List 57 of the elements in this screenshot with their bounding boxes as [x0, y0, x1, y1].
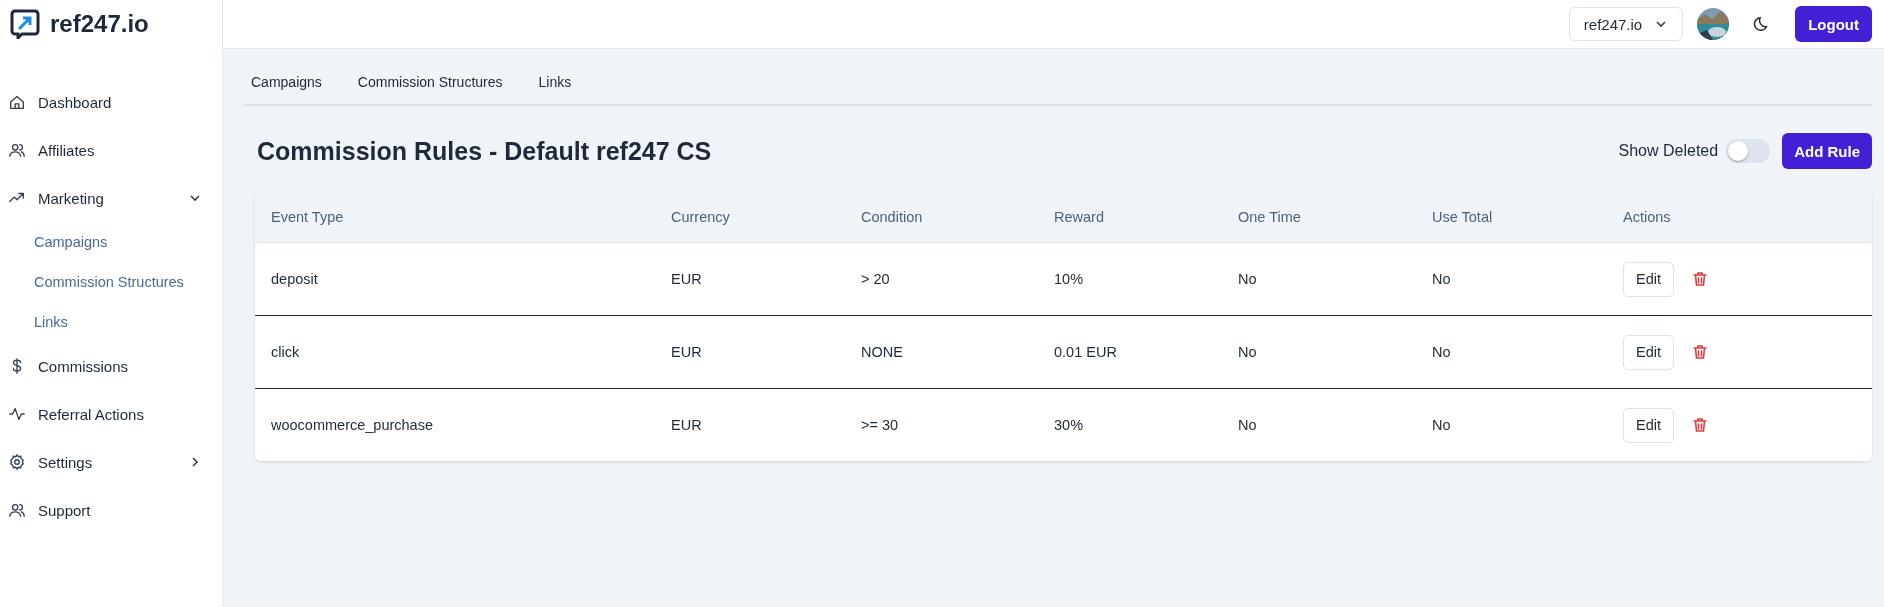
table-cell-text: No — [1238, 417, 1258, 433]
sidebar-item[interactable]: Marketing — [0, 174, 222, 222]
edit-button[interactable]: Edit — [1623, 407, 1674, 443]
table-cell-text: No — [1432, 271, 1452, 287]
trash-icon[interactable] — [1692, 417, 1708, 433]
table-cell-text: 30% — [1054, 417, 1085, 433]
sidebar-item[interactable]: Commissions — [0, 342, 222, 390]
table-cell-text: No — [1432, 344, 1452, 360]
table-cell-text: No — [1432, 417, 1452, 433]
workspace-dropdown[interactable]: ref247.io — [1568, 7, 1684, 41]
sidebar-item[interactable]: Referral Actions — [0, 390, 222, 438]
tab[interactable]: Commission Structures — [357, 74, 503, 90]
sidebar-item[interactable]: Affiliates — [0, 126, 222, 174]
brand-name: ref247.io — [50, 10, 149, 38]
show-deleted-toggle[interactable] — [1726, 139, 1771, 163]
toggle-label: Show Deleted — [1618, 142, 1719, 160]
table-cell-text: woocommerce_purchase — [271, 417, 434, 433]
sidebar-item[interactable]: Dashboard — [0, 78, 222, 126]
table-cell-text: NONE — [861, 344, 904, 360]
page-title: Commission Rules - Default ref247 CS — [256, 136, 713, 166]
column-header: Event Type — [271, 209, 345, 225]
column-header: Use Total — [1432, 209, 1494, 225]
edit-button[interactable]: Edit — [1623, 334, 1674, 370]
chat-arrow-icon — [10, 9, 40, 39]
pulse-icon — [8, 405, 26, 423]
table-cell-text: > 20 — [861, 271, 891, 287]
column-header: One Time — [1238, 209, 1302, 225]
sidebar-subitem[interactable]: Commission Structures — [0, 262, 222, 302]
column-header: Condition — [861, 209, 924, 225]
edit-button[interactable]: Edit — [1623, 261, 1674, 297]
column-header: Reward — [1054, 209, 1105, 225]
trash-icon[interactable] — [1692, 344, 1708, 360]
table-cell-text: >= 30 — [861, 417, 900, 433]
sidebar-subitem[interactable]: Links — [0, 302, 222, 342]
table-cell-text: No — [1238, 344, 1258, 360]
sidebar-subitem[interactable]: Campaigns — [0, 222, 222, 262]
users-icon — [8, 141, 26, 159]
add-rule-button[interactable]: Add Rule — [1782, 133, 1872, 169]
table-cell-text: 0.01 EUR — [1054, 344, 1118, 360]
logout-button[interactable]: Logout — [1795, 6, 1872, 42]
tab[interactable]: Links — [538, 74, 572, 90]
column-header: Currency — [671, 209, 731, 225]
sidebar-item[interactable]: Support — [0, 486, 222, 534]
home-icon — [8, 93, 26, 111]
table-cell-text: EUR — [671, 271, 703, 287]
table-cell-text: No — [1238, 271, 1258, 287]
trash-icon[interactable] — [1692, 271, 1708, 287]
table-cell-text: EUR — [671, 417, 703, 433]
table-cell-text: click — [271, 344, 301, 360]
table-cell-text: deposit — [271, 271, 319, 287]
sidebar-item[interactable]: Settings — [0, 438, 222, 486]
table-cell-text: 10% — [1054, 271, 1085, 287]
table-cell-text: EUR — [671, 344, 703, 360]
settings-icon — [8, 453, 26, 471]
column-header: Actions — [1623, 209, 1672, 225]
tab[interactable]: Campaigns — [251, 74, 322, 90]
users-icon — [8, 501, 26, 519]
